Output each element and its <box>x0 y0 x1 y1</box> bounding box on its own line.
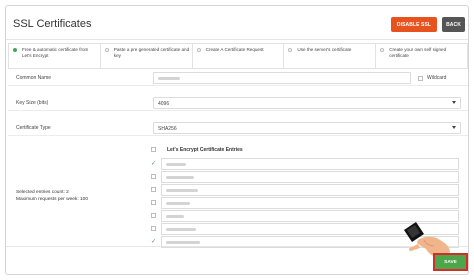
certificate-type-select[interactable]: SHA256 <box>153 122 461 134</box>
disable-ssl-button[interactable]: DISABLE SSL <box>391 17 437 32</box>
list-item <box>151 197 459 209</box>
selected-count-text: Selected entries count: 2 <box>16 190 69 195</box>
redacted-value <box>166 240 200 244</box>
list-item <box>151 210 459 222</box>
key-size-row: Key Size (bits) 4096 <box>8 95 468 111</box>
key-size-label: Key Size (bits) <box>16 100 49 106</box>
common-name-label: Common Name <box>16 75 52 81</box>
radio-icon[interactable] <box>288 48 293 52</box>
common-name-row: Common Name Wildcard <box>8 70 468 86</box>
select-all-checkbox[interactable] <box>151 146 156 152</box>
redacted-value <box>166 201 190 205</box>
radio-icon[interactable] <box>380 48 385 52</box>
entry-checkbox[interactable] <box>151 199 156 205</box>
footer-divider <box>6 246 468 247</box>
radio-selected-icon[interactable] <box>13 48 17 52</box>
check-icon[interactable]: ✓ <box>151 239 161 245</box>
entries-header: Let's Encrypt Certificate Entries <box>151 144 459 156</box>
tab-label: Paste a pre generated certificate and ke… <box>113 47 190 58</box>
chevron-down-icon <box>452 126 456 129</box>
entry-checkbox[interactable] <box>151 173 156 179</box>
chevron-down-icon <box>452 101 456 104</box>
tab-server-certificate[interactable]: Use the server's certificate <box>284 44 377 68</box>
key-size-value: 4096 <box>158 101 170 107</box>
entry-field <box>161 184 459 196</box>
entry-field <box>161 210 459 222</box>
certificate-type-label: Certificate Type <box>16 125 51 131</box>
wildcard-option: Wildcard <box>418 75 446 81</box>
tab-label: Create your own self signed certificate <box>389 47 447 58</box>
tab-label: Free & automatic certificate from Let's … <box>22 47 89 58</box>
max-requests-text: Maximum requests per week: 100 <box>16 197 88 202</box>
redacted-value <box>158 77 180 80</box>
entries-title: Let's Encrypt Certificate Entries <box>167 147 243 153</box>
tab-certificate-request[interactable]: Create A Certificate Request <box>193 44 285 68</box>
redacted-value <box>166 214 184 218</box>
entry-checkbox[interactable] <box>151 212 156 218</box>
entry-field <box>161 197 459 209</box>
list-item: ✓ <box>151 158 459 170</box>
redacted-value <box>166 175 194 179</box>
certificate-type-row: Certificate Type SHA256 <box>8 120 468 136</box>
redacted-value <box>166 162 186 166</box>
list-item <box>151 171 459 183</box>
wildcard-label: Wildcard <box>427 75 447 81</box>
certificate-source-tabs: Free & automatic certificate from Let's … <box>8 43 468 69</box>
redacted-value <box>166 227 196 231</box>
entry-checkbox[interactable] <box>151 225 156 231</box>
entry-field <box>161 158 459 170</box>
radio-icon[interactable] <box>196 48 201 52</box>
back-button[interactable]: BACK <box>442 17 465 32</box>
save-button[interactable]: SAVE <box>433 253 468 271</box>
certificate-type-value: SHA256 <box>158 126 177 132</box>
entries-summary: Selected entries count: 2 Maximum reques… <box>16 189 88 203</box>
ssl-certificates-panel: SSL Certificates DISABLE SSL BACK Free &… <box>5 5 469 275</box>
key-size-select[interactable]: 4096 <box>153 97 461 109</box>
tab-paste-certificate[interactable]: Paste a pre generated certificate and ke… <box>101 44 193 68</box>
header-divider <box>6 39 468 40</box>
check-icon[interactable]: ✓ <box>151 161 161 167</box>
entry-checkbox[interactable] <box>151 186 156 192</box>
page-title: SSL Certificates <box>13 18 92 30</box>
radio-icon[interactable] <box>104 48 109 52</box>
list-item <box>151 184 459 196</box>
tab-label: Create A Certificate Request <box>205 47 264 52</box>
entry-field <box>161 171 459 183</box>
tab-self-signed[interactable]: Create your own self signed certificate <box>376 44 467 68</box>
redacted-value <box>166 188 198 192</box>
wildcard-checkbox[interactable] <box>418 75 423 81</box>
tab-lets-encrypt[interactable]: Free & automatic certificate from Let's … <box>9 44 101 68</box>
common-name-input[interactable] <box>153 72 411 84</box>
tab-label: Use the server's certificate <box>297 47 352 52</box>
